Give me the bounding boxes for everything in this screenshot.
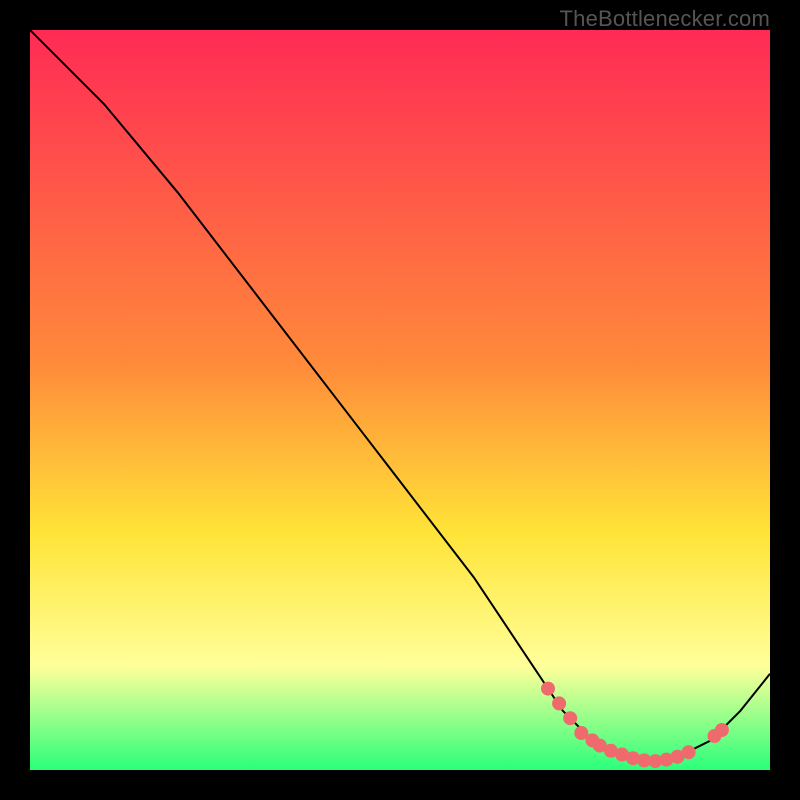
data-marker bbox=[541, 682, 555, 696]
data-marker bbox=[563, 711, 577, 725]
data-marker bbox=[682, 745, 696, 759]
plot-area bbox=[30, 30, 770, 770]
data-markers bbox=[541, 682, 729, 769]
data-marker bbox=[715, 723, 729, 737]
bottleneck-curve bbox=[30, 30, 770, 763]
curve-layer bbox=[30, 30, 770, 770]
watermark-text: TheBottlenecker.com bbox=[560, 6, 770, 32]
data-marker bbox=[552, 696, 566, 710]
chart-frame: TheBottlenecker.com bbox=[0, 0, 800, 800]
